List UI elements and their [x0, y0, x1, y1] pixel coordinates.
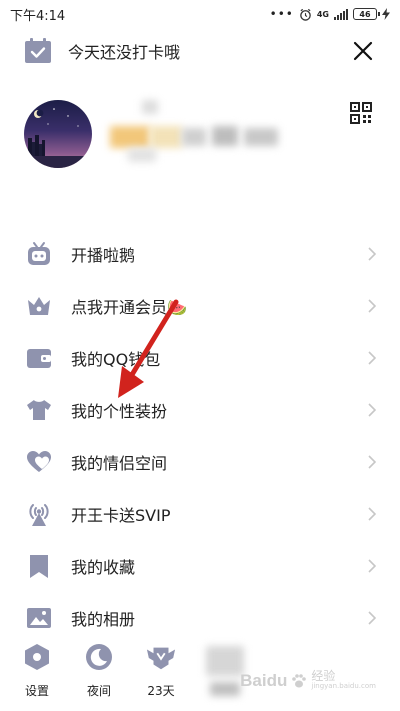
menu-item-vip[interactable]: 点我开通会员🍉: [0, 280, 400, 332]
nickname-blurred-3: [142, 100, 158, 114]
menu-item-label: 我的收藏: [71, 558, 136, 577]
menu-item-label: 我的相册: [71, 610, 136, 629]
settings-button[interactable]: 设置: [12, 642, 62, 699]
qr-code-button[interactable]: [350, 102, 372, 124]
menu-item-label: 我的情侣空间: [71, 454, 168, 473]
blurred-tool-label: [210, 682, 240, 696]
chevron-right-icon: [368, 351, 376, 365]
checkin-days-label: 23天: [147, 684, 175, 698]
menu-item-wallet[interactable]: 我的QQ钱包: [0, 332, 400, 384]
status-time: 下午4:14: [10, 8, 66, 24]
chevron-right-icon: [368, 247, 376, 261]
bottom-toolbar: 设置 夜间 23天 Baidu 经验 jingyan.baidu.com: [0, 636, 400, 711]
menu-item-label: 开王卡送SVIP: [71, 506, 171, 525]
menu-item-live[interactable]: 开播啦鹅: [0, 228, 400, 280]
chevron-right-icon: [368, 611, 376, 625]
more-dots-icon: •••: [269, 7, 294, 21]
nickname-blurred-2: [150, 126, 182, 148]
chevron-right-icon: [368, 403, 376, 417]
watermark-brand: Baidu: [240, 670, 288, 690]
menu-item-label: 开播啦鹅: [71, 246, 136, 265]
network-type: 4G: [316, 9, 329, 19]
bookmark-icon: [26, 553, 52, 579]
profile-section[interactable]: [24, 100, 380, 180]
chevron-right-icon: [368, 559, 376, 573]
settings-label: 设置: [24, 684, 49, 698]
checkin-days-button[interactable]: 23天: [136, 642, 186, 699]
menu-item-wangka[interactable]: 开王卡送SVIP: [0, 488, 400, 540]
menu-item-couple-space[interactable]: 我的情侣空间: [0, 436, 400, 488]
checkin-row[interactable]: 今天还没打卡哦: [24, 36, 376, 66]
signal-icon: [334, 8, 348, 20]
night-mode-button[interactable]: 夜间: [74, 642, 124, 699]
checkin-label: 今天还没打卡哦: [68, 43, 181, 62]
antenna-icon: [26, 501, 52, 527]
night-label: 夜间: [86, 684, 111, 698]
tv-robot-icon: [26, 241, 52, 267]
winged-badge-icon: [146, 642, 176, 672]
watermark-url: jingyan.baidu.com: [311, 682, 376, 691]
alarm-icon: [300, 8, 311, 21]
charging-icon: [382, 8, 390, 20]
close-button[interactable]: [350, 38, 376, 64]
chevron-right-icon: [368, 507, 376, 521]
baidu-paw-icon: [292, 673, 307, 688]
menu-item-label: 我的个性装扮: [71, 402, 168, 421]
chevron-right-icon: [368, 299, 376, 313]
nickname-blurred-5: [212, 126, 238, 146]
close-icon: [353, 41, 373, 61]
qr-code-icon: [350, 102, 372, 124]
chevron-right-icon: [368, 455, 376, 469]
menu-item-label: 点我开通会员🍉: [71, 298, 187, 317]
calendar-check-icon: [25, 38, 51, 63]
moon-icon: [84, 642, 114, 672]
blurred-tool: [206, 646, 244, 676]
crown-icon: [26, 293, 52, 319]
settings-hexagon-icon: [22, 642, 52, 672]
nickname-blurred-6: [244, 128, 278, 146]
menu-item-label: 我的QQ钱包: [71, 350, 161, 369]
menu-item-favorites[interactable]: 我的收藏: [0, 540, 400, 592]
wallet-icon: [26, 345, 52, 371]
tshirt-icon: [26, 397, 52, 423]
nickname-blurred-7: [128, 148, 156, 162]
baidu-watermark: Baidu 经验 jingyan.baidu.com: [240, 669, 376, 691]
status-icons: ••• 4G 46: [270, 7, 390, 21]
menu-list: 开播啦鹅 点我开通会员🍉 我的QQ钱包 我的个性装扮 我的情侣空间 开王卡送SV…: [0, 228, 400, 644]
avatar[interactable]: [24, 100, 92, 168]
nickname-blurred: [110, 126, 150, 148]
battery-level: 46: [359, 9, 371, 19]
status-bar: 下午4:14 ••• 4G 46: [0, 0, 400, 28]
couple-hearts-icon: [26, 449, 52, 475]
menu-item-theme[interactable]: 我的个性装扮: [0, 384, 400, 436]
photo-icon: [26, 605, 52, 631]
nickname-blurred-4: [182, 128, 206, 146]
avatar-image: [24, 108, 92, 168]
battery-icon: 46: [353, 8, 380, 20]
